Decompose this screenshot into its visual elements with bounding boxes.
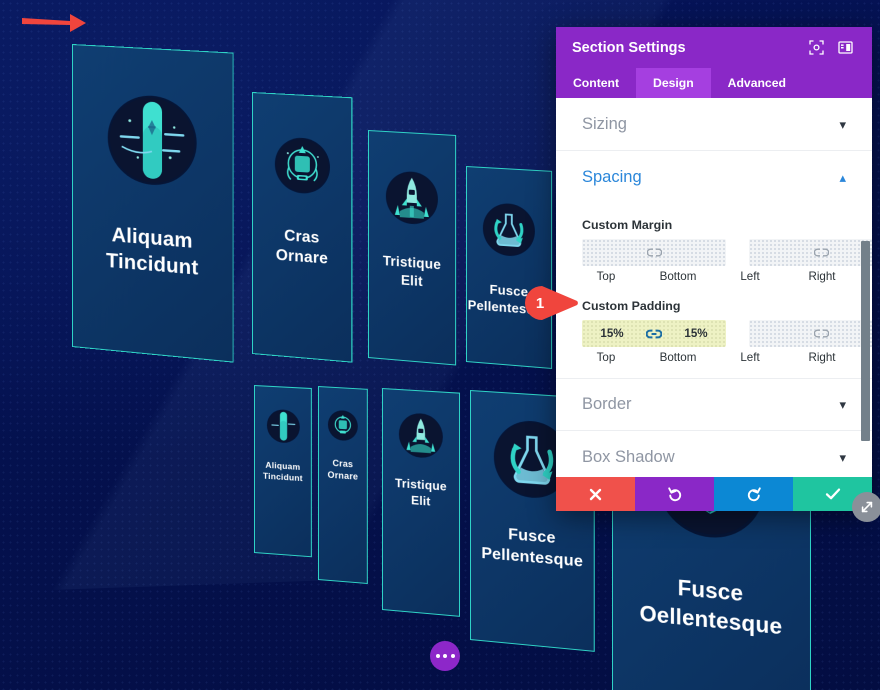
section-toggle-box-shadow[interactable]: Box Shadow ▾ (556, 431, 872, 477)
margin-left-sublabel: Left (740, 270, 760, 283)
blurb-card[interactable]: Cras Ornare (252, 92, 353, 363)
annotation-arrow-icon (22, 14, 86, 32)
link-toggle-icon[interactable] (642, 247, 666, 258)
custom-padding-label: Custom Padding (582, 299, 681, 313)
surfboard-space-icon (107, 93, 197, 189)
section-label: Sizing (582, 114, 627, 133)
padding-bottom-sublabel: Bottom (659, 351, 697, 364)
modal-body: Sizing ▾ Spacing ▴ Custom Margin Top Bot… (556, 98, 872, 477)
margin-bottom-input[interactable] (666, 239, 726, 266)
blurb-card[interactable]: Cras Ornare (318, 386, 368, 585)
blurb-card[interactable]: Aliquam Tincidunt (254, 385, 312, 558)
x-icon (589, 488, 602, 500)
spacing-section-body: Custom Margin Top Bottom Left Right Cust… (556, 204, 872, 378)
blurb-title: Fusce Pellentesque (481, 526, 584, 571)
flask-recycle-icon (482, 202, 535, 258)
modal-header: Section Settings (556, 27, 872, 68)
blurb-title: Tristique Elit (382, 253, 441, 289)
section-label: Spacing (582, 168, 642, 186)
padding-bottom-input[interactable] (666, 320, 726, 347)
link-toggle-icon[interactable] (809, 328, 833, 339)
blurb-title: Fusce Oellentesque (639, 574, 783, 640)
tab-design[interactable]: Design (636, 68, 711, 98)
padding-right-sublabel: Right (808, 351, 836, 364)
tab-advanced[interactable]: Advanced (711, 68, 803, 98)
blurb-title: Aliquam Tincidunt (106, 224, 199, 281)
margin-bottom-sublabel: Bottom (659, 270, 697, 283)
padding-top-bottom-group (582, 320, 726, 347)
margin-top-input[interactable] (582, 239, 642, 266)
check-icon (825, 488, 840, 500)
rocket-launch-icon (398, 412, 443, 460)
margin-left-input[interactable] (749, 239, 809, 266)
astronaut-icon (274, 136, 330, 196)
resize-diagonal-icon (861, 501, 873, 513)
redo-button[interactable] (714, 477, 793, 511)
step-marker-number: 1 (535, 294, 545, 312)
section-settings-modal: Section Settings Content Design Advanced… (556, 27, 872, 511)
blurb-title: Tristique Elit (394, 475, 447, 509)
link-toggle-icon[interactable] (809, 247, 833, 258)
ellipsis-icon (450, 654, 455, 658)
modal-title: Section Settings (572, 39, 686, 56)
section-label: Border (582, 395, 632, 413)
blurb-card[interactable]: Tristique Elit (382, 388, 461, 617)
custom-padding-row (582, 320, 872, 347)
margin-top-bottom-group (582, 239, 726, 266)
modal-resize-handle[interactable] (852, 492, 880, 522)
ellipsis-icon (443, 654, 447, 658)
chevron-down-icon: ▾ (839, 116, 846, 132)
padding-left-input[interactable] (749, 320, 809, 347)
custom-margin-label: Custom Margin (582, 218, 673, 232)
margin-left-right-group (749, 239, 872, 266)
custom-margin-row (582, 239, 872, 266)
step-marker: 1 (519, 286, 579, 320)
ellipsis-icon (435, 654, 440, 658)
rocket-launch-icon (385, 170, 438, 226)
redo-icon (747, 487, 761, 502)
blurb-title: Cras Ornare (275, 227, 329, 269)
modal-footer (556, 477, 872, 511)
padding-top-sublabel: Top (596, 351, 616, 364)
section-toggle-spacing[interactable]: Spacing ▴ (556, 151, 872, 204)
modal-tabs: Content Design Advanced (556, 68, 872, 98)
close-button[interactable] (556, 477, 635, 511)
padding-sublabels: Top Bottom Left Right (582, 347, 846, 364)
margin-top-sublabel: Top (596, 270, 616, 283)
chevron-down-icon: ▾ (839, 397, 846, 412)
blurb-card[interactable]: Tristique Elit (368, 130, 457, 366)
margin-right-sublabel: Right (808, 270, 836, 283)
undo-icon (667, 487, 681, 502)
undo-button[interactable] (635, 477, 714, 511)
blurb-card[interactable]: Aliquam Tincidunt (72, 44, 234, 363)
padding-left-sublabel: Left (740, 351, 760, 364)
link-toggle-icon[interactable] (642, 328, 666, 340)
section-toggle-border[interactable]: Border ▾ (556, 378, 872, 431)
modal-scrollbar[interactable] (861, 241, 870, 441)
section-label: Box Shadow (582, 447, 675, 466)
tab-content[interactable]: Content (556, 68, 636, 98)
margin-sublabels: Top Bottom Left Right (582, 266, 846, 283)
astronaut-icon (327, 409, 358, 442)
panel-layout-icon[interactable] (834, 37, 856, 59)
surfboard-space-icon (266, 408, 300, 444)
chevron-down-icon: ▾ (839, 449, 846, 465)
blurb-title: Aliquam Tincidunt (262, 459, 303, 484)
padding-top-input[interactable] (582, 320, 642, 347)
section-toggle-sizing[interactable]: Sizing ▾ (556, 98, 872, 151)
padding-left-right-group (749, 320, 872, 347)
blurb-card[interactable]: Fusce Pellentesque (466, 166, 553, 370)
focus-target-icon[interactable] (805, 37, 827, 59)
chevron-up-icon: ▴ (839, 170, 846, 185)
blurb-title: Cras Ornare (327, 457, 359, 482)
page-settings-ellipsis-button[interactable] (430, 641, 460, 671)
